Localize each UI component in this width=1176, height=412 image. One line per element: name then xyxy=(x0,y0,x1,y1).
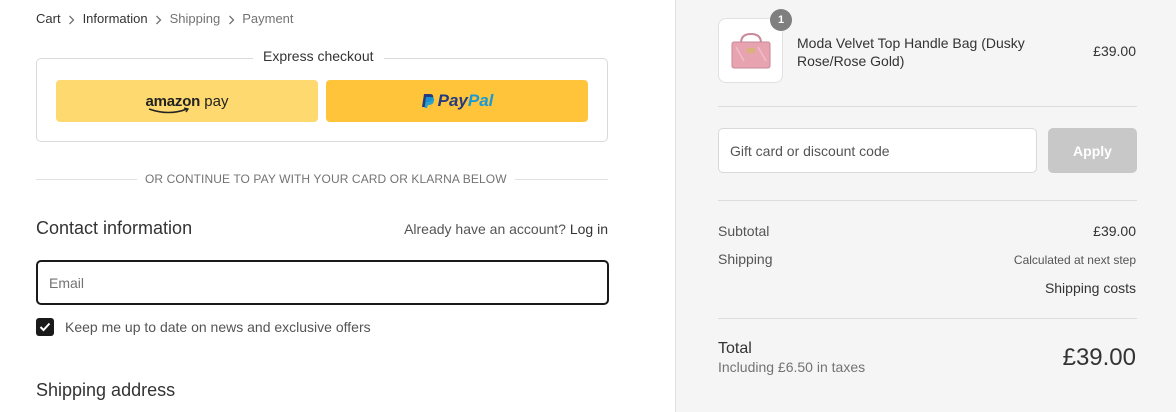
subtotal-value: £39.00 xyxy=(1093,223,1136,239)
checkout-main: Cart Information Shipping Payment amazon… xyxy=(0,0,675,412)
paypal-p-icon xyxy=(421,94,434,108)
shipping-label: Shipping xyxy=(718,251,773,267)
account-prompt-text: Already have an account? xyxy=(404,221,566,237)
total-value: £39.00 xyxy=(1062,344,1136,371)
discount-code-input[interactable] xyxy=(718,128,1037,173)
total-label: Total xyxy=(718,340,752,357)
product-price: £39.00 xyxy=(1093,43,1136,59)
chevron-right-icon xyxy=(61,11,83,26)
checkmark-icon xyxy=(39,322,51,332)
express-checkout-title: Express checkout xyxy=(253,48,384,64)
product-name: Moda Velvet Top Handle Bag (Dusky Rose/R… xyxy=(797,35,1025,69)
handbag-image xyxy=(731,32,770,68)
divider xyxy=(718,318,1137,319)
newsletter-label: Keep me up to date on news and exclusive… xyxy=(65,319,371,335)
contact-heading: Contact information xyxy=(36,218,193,238)
shipping-address-heading: Shipping address xyxy=(36,380,176,400)
newsletter-checkbox[interactable] xyxy=(36,318,54,336)
email-input[interactable] xyxy=(36,260,609,305)
tax-line: Including £6.50 in taxes xyxy=(718,359,866,375)
paypal-button[interactable]: Pay Pal xyxy=(326,80,588,122)
quantity-badge: 1 xyxy=(770,9,792,31)
amazon-pay-button[interactable]: amazon pay xyxy=(56,80,318,122)
breadcrumb-cart-link[interactable]: Cart xyxy=(36,11,61,26)
apply-discount-button[interactable]: Apply xyxy=(1048,128,1137,173)
order-summary: 1 Moda Velvet Top Handle Bag (Dusky Rose… xyxy=(675,0,1176,412)
paypal-logo: Pay Pal xyxy=(421,91,494,111)
express-checkout-box: amazon pay Pay Pal xyxy=(36,58,608,142)
login-link[interactable]: Log in xyxy=(570,221,608,237)
divider xyxy=(718,106,1137,107)
chevron-right-icon xyxy=(220,11,242,26)
breadcrumb: Cart Information Shipping Payment xyxy=(36,11,294,26)
newsletter-row: Keep me up to date on news and exclusive… xyxy=(36,318,371,336)
amazon-pay-logo: amazon pay xyxy=(145,92,229,113)
breadcrumb-information: Information xyxy=(82,11,148,26)
divider xyxy=(718,200,1137,201)
shipping-value: Calculated at next step xyxy=(1013,253,1136,267)
chevron-right-icon xyxy=(148,11,170,26)
paypal-wordmark-pal: Pal xyxy=(467,91,494,110)
amazon-smile-icon xyxy=(149,106,190,113)
breadcrumb-shipping: Shipping xyxy=(169,11,221,26)
breadcrumb-payment: Payment xyxy=(242,11,294,26)
subtotal-label: Subtotal xyxy=(718,223,770,239)
alternate-payment-divider-text: OR CONTINUE TO PAY WITH YOUR CARD OR KLA… xyxy=(137,172,515,186)
amazon-pay-wordmark: pay xyxy=(200,92,229,110)
paypal-wordmark-pay: Pay xyxy=(437,91,468,110)
account-prompt: Already have an account? Log in xyxy=(404,221,608,237)
shipping-costs-link[interactable]: Shipping costs xyxy=(1045,280,1136,296)
